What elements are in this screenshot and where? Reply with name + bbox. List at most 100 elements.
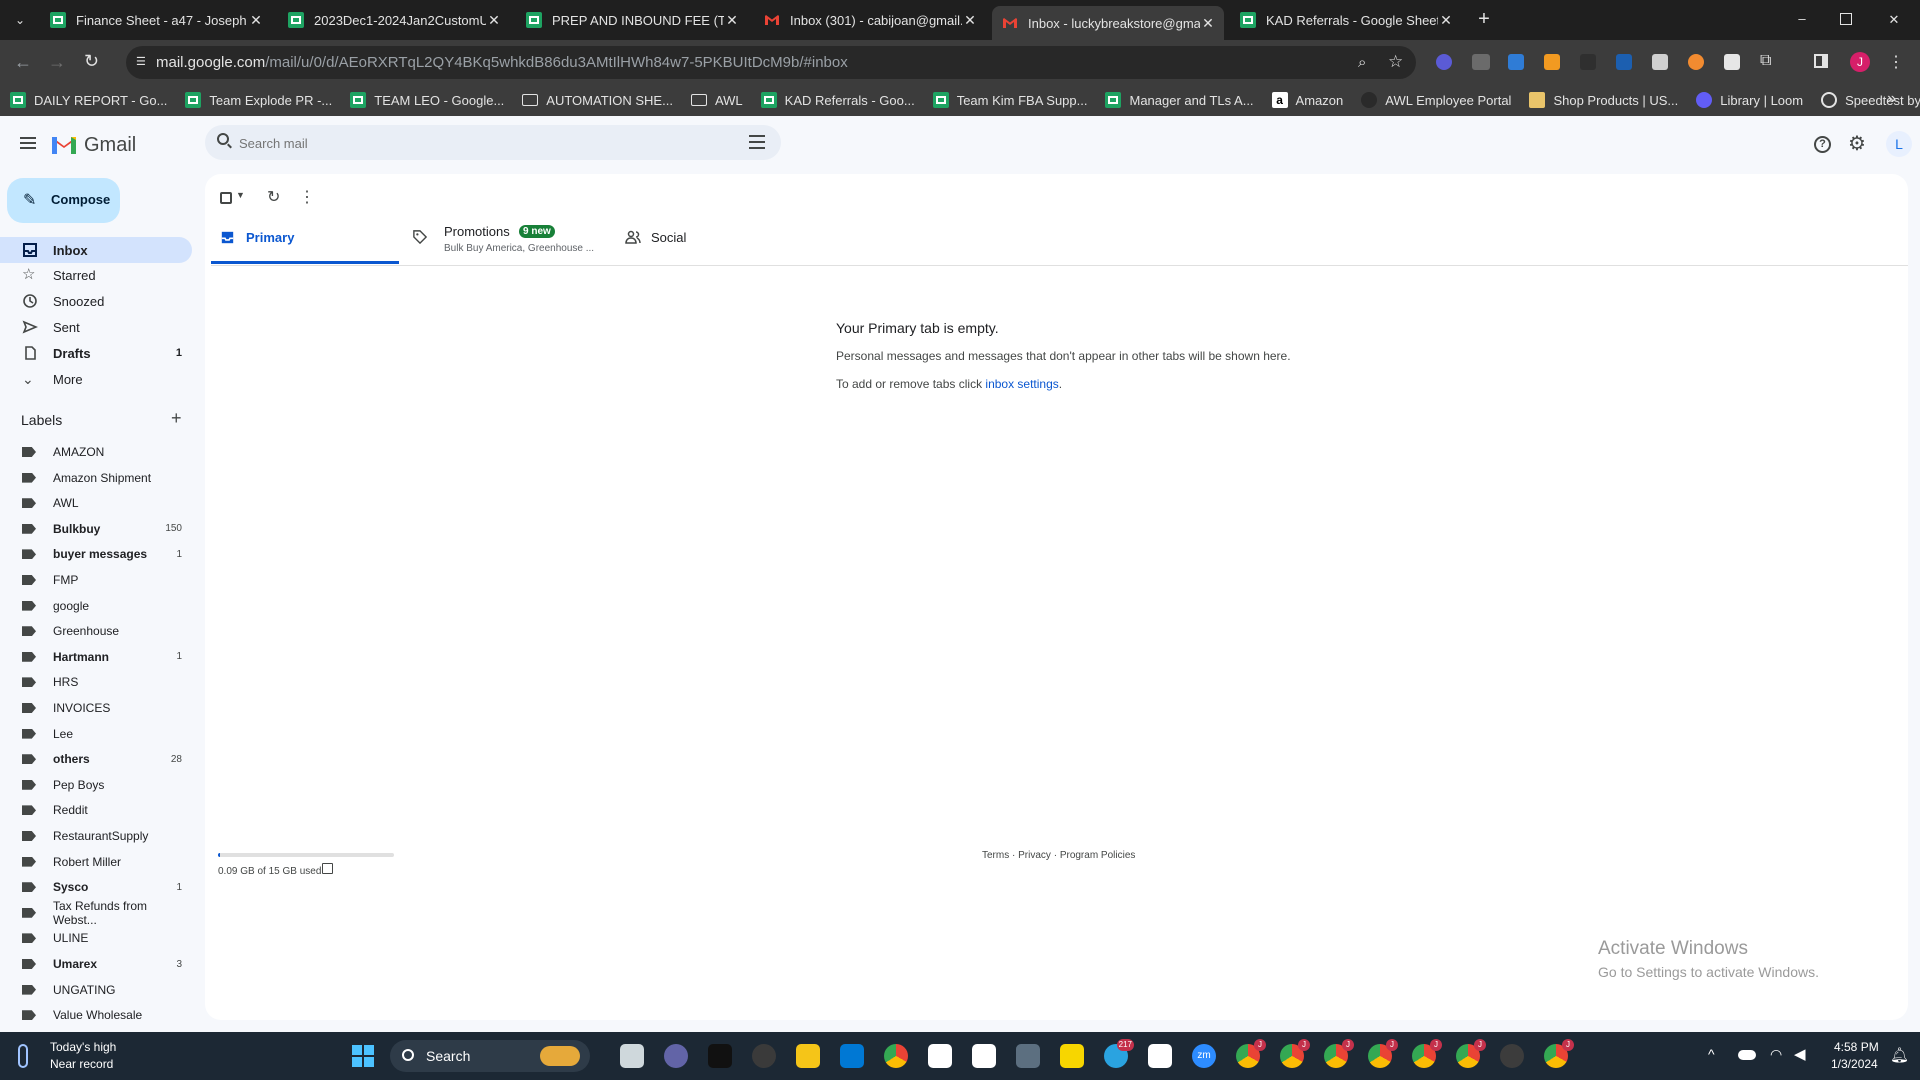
- profile-avatar[interactable]: J: [1850, 52, 1870, 72]
- tab-promotions[interactable]: Promotions 9 new Bulk Buy America, Green…: [403, 212, 603, 264]
- chrome-profile-icon[interactable]: J: [1280, 1039, 1310, 1068]
- zoom-icon[interactable]: zm: [1192, 1044, 1216, 1068]
- extension-icon[interactable]: [1508, 54, 1524, 70]
- restore-button[interactable]: [1840, 13, 1852, 25]
- chrome-profile-icon[interactable]: J: [1324, 1039, 1354, 1068]
- bookmark-item[interactable]: Library | Loom: [1696, 92, 1803, 108]
- label-item[interactable]: AMAZON: [0, 440, 192, 464]
- puzzle-icon[interactable]: ⧉: [1760, 52, 1771, 70]
- label-item[interactable]: others 28: [0, 747, 192, 771]
- extension-icon[interactable]: [1724, 54, 1740, 70]
- label-item[interactable]: Value Wholesale: [0, 1003, 192, 1027]
- label-item[interactable]: RestaurantSupply: [0, 824, 192, 848]
- reload-icon[interactable]: ↻: [84, 51, 99, 71]
- slack-icon[interactable]: [1148, 1044, 1172, 1068]
- search-input[interactable]: [239, 133, 719, 153]
- sidebar-item-sent[interactable]: Sent: [0, 314, 192, 340]
- clock-time[interactable]: 4:58 PM: [1834, 1040, 1879, 1054]
- calculator-icon[interactable]: [1016, 1044, 1040, 1068]
- privacy-link[interactable]: Privacy: [1018, 850, 1051, 861]
- close-icon[interactable]: ✕: [486, 12, 502, 28]
- nzxt-icon[interactable]: [708, 1044, 732, 1068]
- label-item[interactable]: google: [0, 594, 192, 618]
- extension-icon[interactable]: [1652, 54, 1668, 70]
- browser-tab[interactable]: Finance Sheet - a47 - Joseph Sc ✕: [40, 6, 272, 34]
- search-bar[interactable]: [205, 125, 781, 160]
- browser-tab-active[interactable]: Inbox - luckybreakstore@gmail ✕: [992, 6, 1224, 40]
- app-icon[interactable]: [1500, 1044, 1524, 1068]
- sidebar-item-drafts[interactable]: Drafts 1: [0, 340, 192, 366]
- chrome-icon[interactable]: [884, 1044, 908, 1068]
- calendar-icon[interactable]: [840, 1044, 864, 1068]
- label-item[interactable]: AWL: [0, 491, 192, 515]
- chrome-profile-icon[interactable]: J: [1544, 1039, 1574, 1068]
- close-window-button[interactable]: ✕: [1884, 10, 1904, 30]
- browser-tab[interactable]: Inbox (301) - cabijoan@gmail.c ✕: [754, 6, 986, 34]
- bookmark-item[interactable]: AWL: [690, 93, 743, 108]
- wifi-icon[interactable]: ◠: [1770, 1046, 1782, 1063]
- extension-icon[interactable]: [1616, 54, 1632, 70]
- telegram-icon[interactable]: 217: [1104, 1039, 1134, 1068]
- extension-icon[interactable]: [1544, 54, 1560, 70]
- weather-icon[interactable]: [18, 1044, 28, 1068]
- chrome-profile-icon[interactable]: J: [1236, 1039, 1266, 1068]
- back-icon[interactable]: ←: [14, 52, 32, 72]
- tab-primary[interactable]: Primary: [211, 212, 399, 264]
- zoom-search-icon[interactable]: ⌕: [1358, 54, 1366, 71]
- bookmark-item[interactable]: DAILY REPORT - Go...: [10, 92, 167, 108]
- inbox-settings-link[interactable]: inbox settings: [985, 377, 1058, 391]
- extension-icon[interactable]: [1688, 54, 1704, 70]
- bookmark-item[interactable]: KAD Referrals - Goo...: [760, 92, 915, 108]
- close-icon[interactable]: ✕: [248, 12, 264, 28]
- address-bar[interactable]: ☰ mail.google.com/mail/u/0/d/AEoRXRTqL2Q…: [126, 46, 1416, 79]
- label-item[interactable]: Pep Boys: [0, 773, 192, 797]
- clock-date[interactable]: 1/3/2024: [1831, 1057, 1878, 1071]
- add-label-icon[interactable]: +: [171, 408, 182, 429]
- chrome-profile-icon[interactable]: J: [1412, 1039, 1442, 1068]
- label-item[interactable]: Lee: [0, 722, 192, 746]
- compose-button[interactable]: ✎ Compose: [7, 178, 120, 223]
- label-item[interactable]: Greenhouse: [0, 619, 192, 643]
- file-explorer-icon[interactable]: [796, 1044, 820, 1068]
- bookmark-item[interactable]: AWL Employee Portal: [1361, 92, 1511, 108]
- tab-search-icon[interactable]: ⌄: [10, 10, 30, 30]
- browser-menu-icon[interactable]: ⋮: [1888, 52, 1904, 72]
- minimize-button[interactable]: –: [1792, 10, 1812, 30]
- bookmark-item[interactable]: Team Explode PR -...: [185, 92, 332, 108]
- label-item[interactable]: Bulkbuy 150: [0, 517, 192, 541]
- account-avatar[interactable]: L: [1886, 131, 1912, 157]
- sticky-notes-icon[interactable]: [1060, 1044, 1084, 1068]
- more-options-icon[interactable]: ⋮: [299, 187, 315, 207]
- label-item[interactable]: Reddit: [0, 798, 192, 822]
- chevron-up-icon[interactable]: ^: [1708, 1046, 1715, 1062]
- open-external-icon[interactable]: [322, 863, 333, 874]
- chrome-profile-icon[interactable]: J: [1456, 1039, 1486, 1068]
- settings-gear-icon[interactable]: ⚙: [1848, 131, 1866, 156]
- app-icon[interactable]: [928, 1044, 952, 1068]
- label-item[interactable]: ULINE: [0, 926, 192, 950]
- teams-chat-icon[interactable]: [664, 1044, 688, 1068]
- volume-icon[interactable]: ◀: [1794, 1045, 1806, 1063]
- label-item[interactable]: Umarex 3: [0, 952, 192, 976]
- forward-icon[interactable]: →: [48, 52, 66, 72]
- browser-tab[interactable]: 2023Dec1-2024Jan2CustomUni ✕: [278, 6, 510, 34]
- select-all-checkbox[interactable]: [220, 192, 232, 204]
- taskbar-search[interactable]: Search: [390, 1040, 590, 1072]
- label-item[interactable]: Robert Miller: [0, 850, 192, 874]
- windows-start-icon[interactable]: [352, 1045, 374, 1067]
- bookmark-item[interactable]: a Amazon: [1271, 92, 1343, 108]
- label-item[interactable]: Sysco 1: [0, 875, 192, 899]
- filter-options-icon[interactable]: [749, 135, 765, 149]
- onedrive-icon[interactable]: [1738, 1050, 1756, 1060]
- program-policies-link[interactable]: Program Policies: [1060, 850, 1136, 861]
- extension-icon[interactable]: [1580, 54, 1596, 70]
- app-icon[interactable]: [752, 1044, 776, 1068]
- sidebar-item-inbox[interactable]: Inbox: [0, 237, 192, 263]
- task-view-icon[interactable]: [620, 1044, 644, 1068]
- sidebar-item-more[interactable]: ⌄ More: [0, 366, 192, 392]
- help-icon[interactable]: ?: [1814, 136, 1831, 153]
- bookmark-item[interactable]: Shop Products | US...: [1529, 92, 1678, 108]
- tab-social[interactable]: Social: [615, 212, 803, 264]
- bookmark-item[interactable]: Team Kim FBA Supp...: [932, 92, 1087, 108]
- extension-icon[interactable]: [1436, 54, 1452, 70]
